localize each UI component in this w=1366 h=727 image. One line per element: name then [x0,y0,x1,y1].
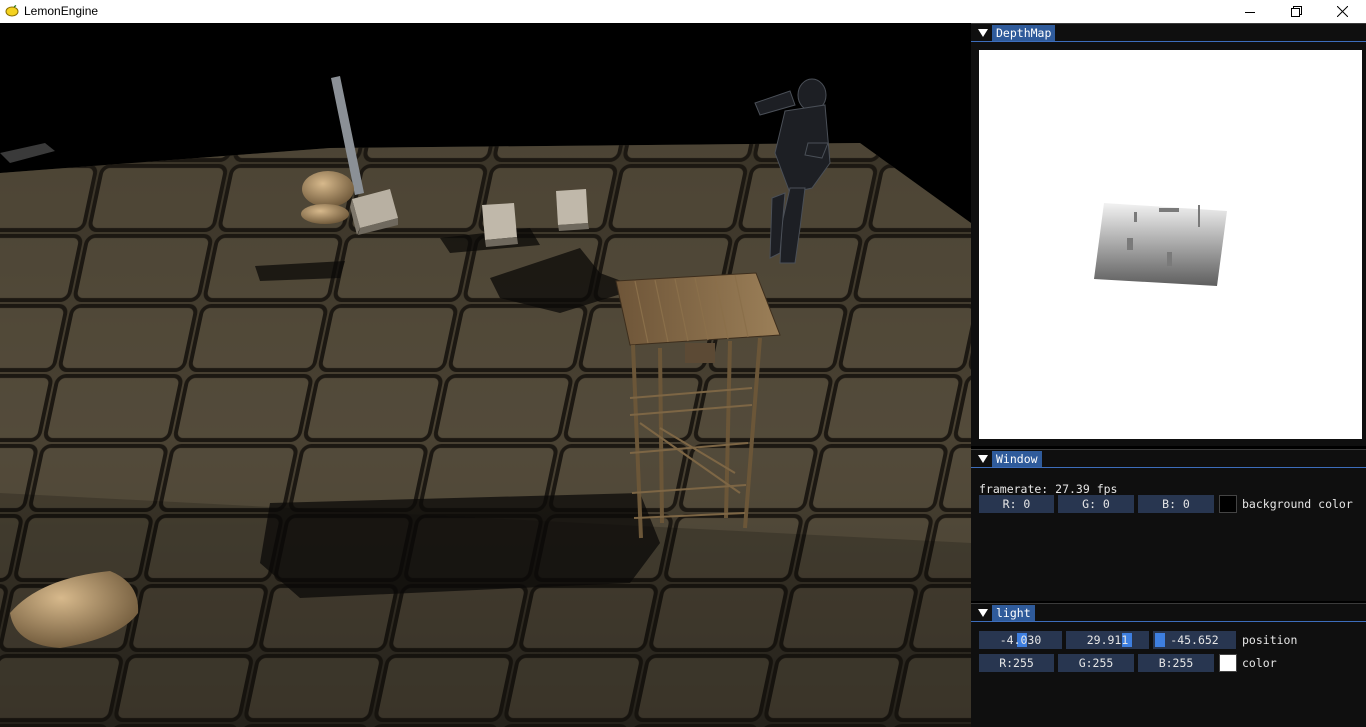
light-color-swatch[interactable] [1219,654,1237,672]
rock [301,204,349,224]
light-color-label: color [1242,656,1277,670]
collapse-arrow-icon[interactable] [978,29,988,37]
bg-red-field[interactable]: R: 0 [979,495,1054,513]
collapse-arrow-icon[interactable] [978,455,988,463]
depth-render [1094,203,1227,286]
light-position-x-slider[interactable]: -4.030 [979,631,1062,649]
bg-green-field[interactable]: G: 0 [1058,495,1134,513]
panel-header[interactable]: Window [971,450,1366,468]
light-position-z-slider[interactable]: -45.652 [1153,631,1236,649]
rock [302,171,354,207]
crate [556,189,589,231]
depthmap-panel: DepthMap [971,23,1366,446]
restore-button[interactable] [1273,0,1319,23]
slider-value: 29.911 [1086,633,1129,647]
background-color-label: background color [1242,497,1353,511]
light-blue-field[interactable]: B:255 [1138,654,1214,672]
minimize-icon [1245,11,1255,13]
title-bar: LemonEngine [0,0,1366,23]
panel-title: Window [992,451,1042,467]
restore-icon [1290,6,1302,17]
close-icon [1336,6,1348,17]
slider-grab[interactable] [1155,633,1165,647]
window-title: LemonEngine [24,4,99,18]
bg-blue-field[interactable]: B: 0 [1138,495,1214,513]
background-color-swatch[interactable] [1219,495,1237,513]
window-panel: Window framerate: 27.39 fps R: 0 G: 0 B:… [971,449,1366,601]
depth-map-image [979,50,1362,439]
crate [482,203,518,247]
panel-header[interactable]: light [971,604,1366,622]
light-position-label: position [1242,633,1298,647]
light-green-field[interactable]: G:255 [1058,654,1134,672]
panel-title: DepthMap [992,25,1056,41]
slider-value: -45.652 [1170,633,1219,647]
collapse-arrow-icon[interactable] [978,609,988,617]
light-panel: light -4.030 29.911 -45.652 position R:2… [971,603,1366,727]
minimize-button[interactable] [1227,0,1273,23]
lemon-icon [5,5,19,17]
panel-title: light [992,605,1035,621]
panel-header[interactable]: DepthMap [971,24,1366,42]
close-button[interactable] [1319,0,1365,23]
light-position-y-slider[interactable]: 29.911 [1066,631,1149,649]
slider-value: -4.030 [999,633,1042,647]
scene-viewport[interactable] [0,23,971,727]
scene-render [0,76,971,727]
framerate-readout: framerate: 27.39 fps [979,482,1118,496]
light-red-field[interactable]: R:255 [979,654,1054,672]
distant-prop [0,143,55,163]
